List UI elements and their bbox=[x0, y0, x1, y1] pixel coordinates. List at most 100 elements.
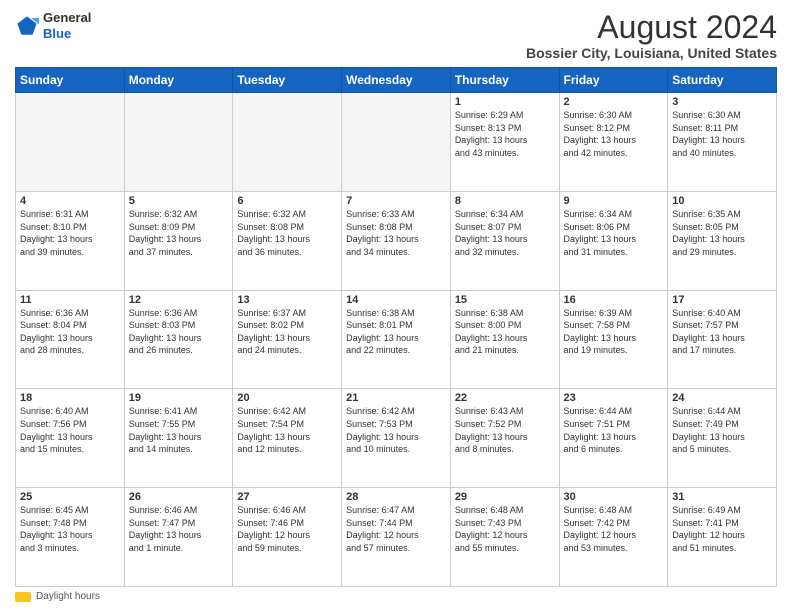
calendar-cell: 30Sunrise: 6:48 AM Sunset: 7:42 PM Dayli… bbox=[559, 488, 668, 587]
page: General Blue August 2024 Bossier City, L… bbox=[0, 0, 792, 612]
calendar-cell: 29Sunrise: 6:48 AM Sunset: 7:43 PM Dayli… bbox=[450, 488, 559, 587]
calendar-week-row: 25Sunrise: 6:45 AM Sunset: 7:48 PM Dayli… bbox=[16, 488, 777, 587]
day-number: 2 bbox=[564, 96, 664, 108]
day-info: Sunrise: 6:30 AM Sunset: 8:12 PM Dayligh… bbox=[564, 109, 664, 159]
calendar-cell: 13Sunrise: 6:37 AM Sunset: 8:02 PM Dayli… bbox=[233, 290, 342, 389]
subtitle: Bossier City, Louisiana, United States bbox=[526, 45, 777, 61]
day-info: Sunrise: 6:33 AM Sunset: 8:08 PM Dayligh… bbox=[346, 208, 446, 258]
day-number: 27 bbox=[237, 491, 337, 503]
calendar-week-row: 11Sunrise: 6:36 AM Sunset: 8:04 PM Dayli… bbox=[16, 290, 777, 389]
calendar-cell bbox=[342, 93, 451, 192]
calendar-cell: 9Sunrise: 6:34 AM Sunset: 8:06 PM Daylig… bbox=[559, 191, 668, 290]
calendar-header-friday: Friday bbox=[559, 68, 668, 93]
day-number: 23 bbox=[564, 392, 664, 404]
calendar-cell: 12Sunrise: 6:36 AM Sunset: 8:03 PM Dayli… bbox=[124, 290, 233, 389]
day-number: 8 bbox=[455, 195, 555, 207]
day-info: Sunrise: 6:46 AM Sunset: 7:46 PM Dayligh… bbox=[237, 504, 337, 554]
day-number: 10 bbox=[672, 195, 772, 207]
day-info: Sunrise: 6:41 AM Sunset: 7:55 PM Dayligh… bbox=[129, 405, 229, 455]
day-number: 20 bbox=[237, 392, 337, 404]
calendar-cell: 8Sunrise: 6:34 AM Sunset: 8:07 PM Daylig… bbox=[450, 191, 559, 290]
calendar-cell: 27Sunrise: 6:46 AM Sunset: 7:46 PM Dayli… bbox=[233, 488, 342, 587]
main-title: August 2024 bbox=[526, 10, 777, 45]
day-number: 13 bbox=[237, 294, 337, 306]
day-info: Sunrise: 6:31 AM Sunset: 8:10 PM Dayligh… bbox=[20, 208, 120, 258]
day-number: 22 bbox=[455, 392, 555, 404]
calendar-cell: 22Sunrise: 6:43 AM Sunset: 7:52 PM Dayli… bbox=[450, 389, 559, 488]
day-number: 5 bbox=[129, 195, 229, 207]
logo-text: General Blue bbox=[43, 10, 91, 41]
day-info: Sunrise: 6:47 AM Sunset: 7:44 PM Dayligh… bbox=[346, 504, 446, 554]
day-info: Sunrise: 6:32 AM Sunset: 8:09 PM Dayligh… bbox=[129, 208, 229, 258]
calendar-cell: 21Sunrise: 6:42 AM Sunset: 7:53 PM Dayli… bbox=[342, 389, 451, 488]
calendar-table: SundayMondayTuesdayWednesdayThursdayFrid… bbox=[15, 67, 777, 587]
day-info: Sunrise: 6:30 AM Sunset: 8:11 PM Dayligh… bbox=[672, 109, 772, 159]
day-number: 24 bbox=[672, 392, 772, 404]
calendar-week-row: 1Sunrise: 6:29 AM Sunset: 8:13 PM Daylig… bbox=[16, 93, 777, 192]
day-info: Sunrise: 6:43 AM Sunset: 7:52 PM Dayligh… bbox=[455, 405, 555, 455]
calendar-cell: 2Sunrise: 6:30 AM Sunset: 8:12 PM Daylig… bbox=[559, 93, 668, 192]
day-number: 21 bbox=[346, 392, 446, 404]
day-info: Sunrise: 6:44 AM Sunset: 7:49 PM Dayligh… bbox=[672, 405, 772, 455]
calendar-cell: 4Sunrise: 6:31 AM Sunset: 8:10 PM Daylig… bbox=[16, 191, 125, 290]
day-number: 26 bbox=[129, 491, 229, 503]
day-number: 29 bbox=[455, 491, 555, 503]
calendar-cell bbox=[233, 93, 342, 192]
calendar-header-saturday: Saturday bbox=[668, 68, 777, 93]
calendar-cell: 11Sunrise: 6:36 AM Sunset: 8:04 PM Dayli… bbox=[16, 290, 125, 389]
day-info: Sunrise: 6:42 AM Sunset: 7:54 PM Dayligh… bbox=[237, 405, 337, 455]
day-info: Sunrise: 6:46 AM Sunset: 7:47 PM Dayligh… bbox=[129, 504, 229, 554]
day-info: Sunrise: 6:40 AM Sunset: 7:57 PM Dayligh… bbox=[672, 307, 772, 357]
day-number: 31 bbox=[672, 491, 772, 503]
calendar-cell: 16Sunrise: 6:39 AM Sunset: 7:58 PM Dayli… bbox=[559, 290, 668, 389]
footer-label: Daylight hours bbox=[36, 591, 100, 602]
day-info: Sunrise: 6:48 AM Sunset: 7:42 PM Dayligh… bbox=[564, 504, 664, 554]
day-number: 4 bbox=[20, 195, 120, 207]
calendar-cell: 10Sunrise: 6:35 AM Sunset: 8:05 PM Dayli… bbox=[668, 191, 777, 290]
calendar-header-tuesday: Tuesday bbox=[233, 68, 342, 93]
day-info: Sunrise: 6:34 AM Sunset: 8:07 PM Dayligh… bbox=[455, 208, 555, 258]
day-info: Sunrise: 6:32 AM Sunset: 8:08 PM Dayligh… bbox=[237, 208, 337, 258]
calendar-cell: 3Sunrise: 6:30 AM Sunset: 8:11 PM Daylig… bbox=[668, 93, 777, 192]
day-info: Sunrise: 6:34 AM Sunset: 8:06 PM Dayligh… bbox=[564, 208, 664, 258]
day-number: 17 bbox=[672, 294, 772, 306]
calendar-cell: 15Sunrise: 6:38 AM Sunset: 8:00 PM Dayli… bbox=[450, 290, 559, 389]
calendar-week-row: 4Sunrise: 6:31 AM Sunset: 8:10 PM Daylig… bbox=[16, 191, 777, 290]
calendar-cell: 23Sunrise: 6:44 AM Sunset: 7:51 PM Dayli… bbox=[559, 389, 668, 488]
day-number: 16 bbox=[564, 294, 664, 306]
day-number: 19 bbox=[129, 392, 229, 404]
day-number: 28 bbox=[346, 491, 446, 503]
header: General Blue August 2024 Bossier City, L… bbox=[15, 10, 777, 61]
day-info: Sunrise: 6:39 AM Sunset: 7:58 PM Dayligh… bbox=[564, 307, 664, 357]
day-number: 12 bbox=[129, 294, 229, 306]
calendar-cell bbox=[16, 93, 125, 192]
title-block: August 2024 Bossier City, Louisiana, Uni… bbox=[526, 10, 777, 61]
calendar-cell: 19Sunrise: 6:41 AM Sunset: 7:55 PM Dayli… bbox=[124, 389, 233, 488]
calendar-cell: 7Sunrise: 6:33 AM Sunset: 8:08 PM Daylig… bbox=[342, 191, 451, 290]
day-info: Sunrise: 6:36 AM Sunset: 8:03 PM Dayligh… bbox=[129, 307, 229, 357]
calendar-cell: 31Sunrise: 6:49 AM Sunset: 7:41 PM Dayli… bbox=[668, 488, 777, 587]
calendar-cell: 1Sunrise: 6:29 AM Sunset: 8:13 PM Daylig… bbox=[450, 93, 559, 192]
day-number: 3 bbox=[672, 96, 772, 108]
logo-icon bbox=[15, 14, 39, 38]
calendar-header-monday: Monday bbox=[124, 68, 233, 93]
calendar-cell: 25Sunrise: 6:45 AM Sunset: 7:48 PM Dayli… bbox=[16, 488, 125, 587]
day-number: 11 bbox=[20, 294, 120, 306]
logo: General Blue bbox=[15, 10, 91, 41]
day-info: Sunrise: 6:42 AM Sunset: 7:53 PM Dayligh… bbox=[346, 405, 446, 455]
day-number: 6 bbox=[237, 195, 337, 207]
calendar-week-row: 18Sunrise: 6:40 AM Sunset: 7:56 PM Dayli… bbox=[16, 389, 777, 488]
day-info: Sunrise: 6:29 AM Sunset: 8:13 PM Dayligh… bbox=[455, 109, 555, 159]
calendar-cell: 5Sunrise: 6:32 AM Sunset: 8:09 PM Daylig… bbox=[124, 191, 233, 290]
calendar-cell bbox=[124, 93, 233, 192]
day-number: 7 bbox=[346, 195, 446, 207]
footer: Daylight hours bbox=[15, 591, 777, 602]
calendar-cell: 6Sunrise: 6:32 AM Sunset: 8:08 PM Daylig… bbox=[233, 191, 342, 290]
day-info: Sunrise: 6:45 AM Sunset: 7:48 PM Dayligh… bbox=[20, 504, 120, 554]
calendar-header-sunday: Sunday bbox=[16, 68, 125, 93]
day-info: Sunrise: 6:35 AM Sunset: 8:05 PM Dayligh… bbox=[672, 208, 772, 258]
day-info: Sunrise: 6:44 AM Sunset: 7:51 PM Dayligh… bbox=[564, 405, 664, 455]
day-number: 1 bbox=[455, 96, 555, 108]
day-info: Sunrise: 6:38 AM Sunset: 8:00 PM Dayligh… bbox=[455, 307, 555, 357]
calendar-header-wednesday: Wednesday bbox=[342, 68, 451, 93]
